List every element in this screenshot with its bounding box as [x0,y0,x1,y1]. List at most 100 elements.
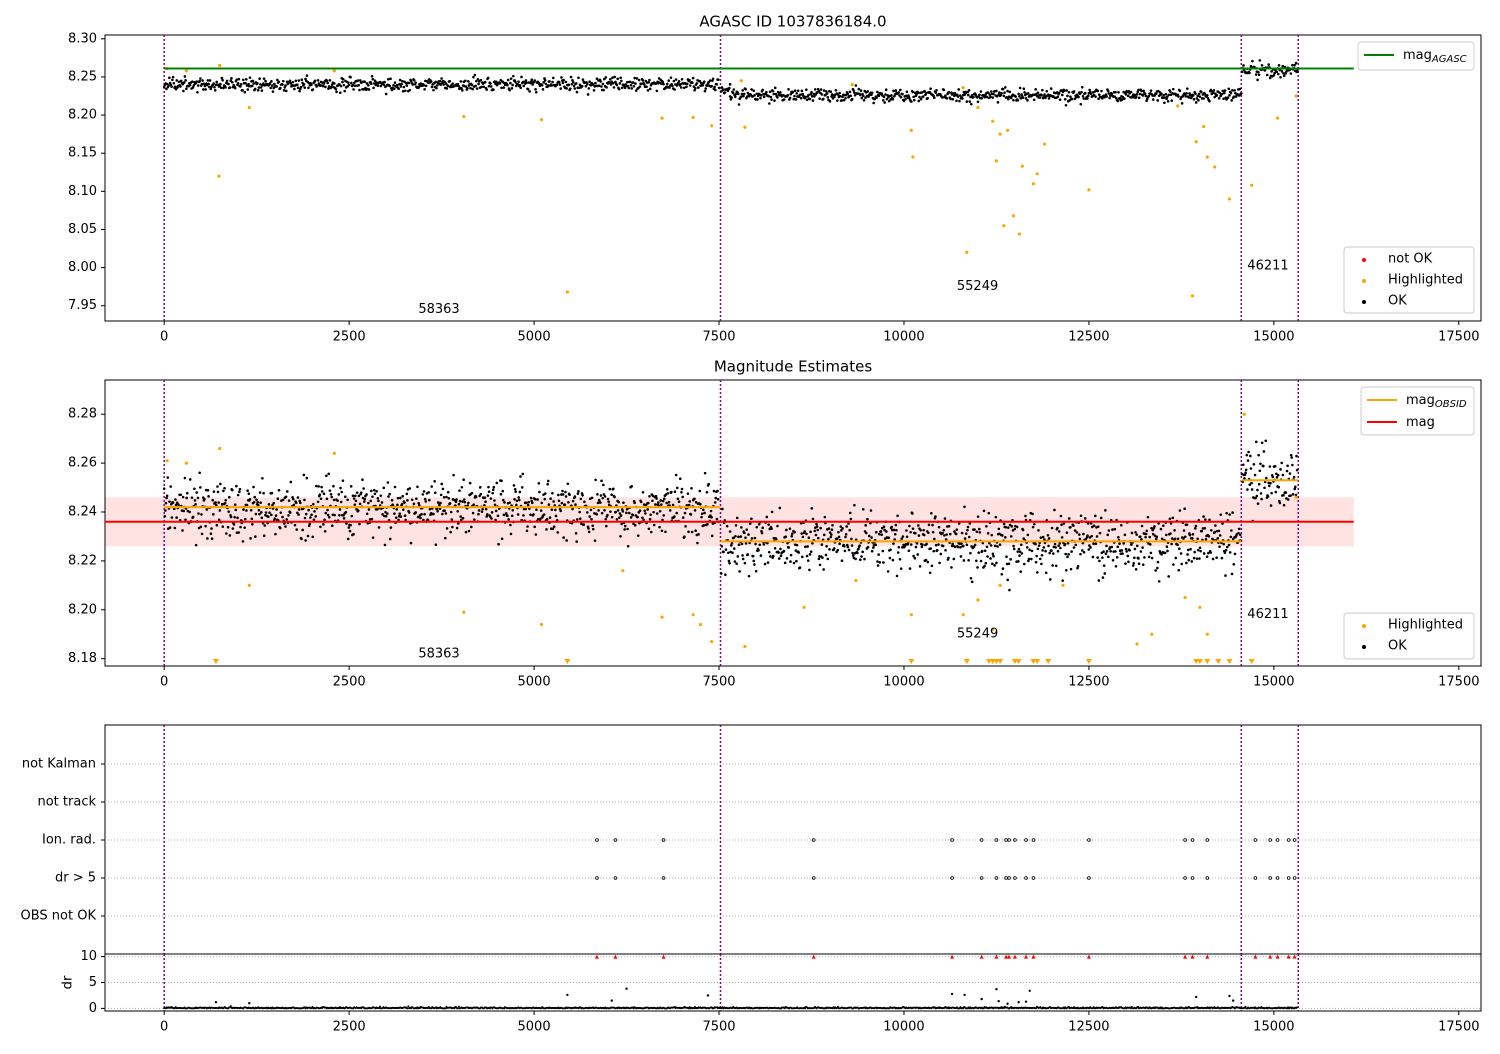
ok-point [256,82,259,85]
ok-point [1148,536,1151,539]
ok-point [632,514,635,517]
ok-point [577,490,580,493]
ok-point [295,79,298,82]
ok-point [732,92,735,95]
ok-point [599,80,602,83]
ok-point [288,499,291,502]
ok-point [492,488,495,491]
ok-point [461,500,464,503]
ok-point [223,487,226,490]
ok-point [1213,89,1216,92]
ok-point [1139,535,1142,538]
ok-point [1221,93,1224,96]
ok-point [818,97,821,100]
ok-point [863,99,866,102]
ok-point [185,87,188,90]
ok-point [1007,98,1010,101]
ok-point [711,535,714,538]
ok-point [667,492,670,495]
ok-point [1267,63,1270,66]
ok-point [195,80,198,83]
ok-point [1268,485,1271,488]
ok-point [319,525,322,528]
ok-point [519,475,522,478]
ok-point [716,518,719,521]
ok-point [1076,531,1079,534]
ok-point [472,503,475,506]
ok-point [839,95,842,98]
ok-point [548,503,551,506]
ok-point [1040,94,1043,97]
ok-point [1098,560,1101,563]
ok-point [328,516,331,519]
ok-point [1060,523,1063,526]
ok-point [942,529,945,532]
ok-point [400,515,403,518]
ok-point [576,91,579,94]
ok-point [327,87,330,90]
ok-point [282,80,285,83]
ok-point [992,93,995,96]
ok-point [655,497,658,500]
ok-point [1066,95,1069,98]
ok-point [792,98,795,101]
ok-point [545,528,548,531]
ok-point [678,500,681,503]
ok-point [546,518,549,521]
ok-point [1233,95,1236,98]
ok-point [992,553,995,556]
ok-point [967,559,970,562]
ok-point [858,544,861,547]
ok-point [780,555,783,558]
ok-point [321,490,324,493]
ok-point [397,87,400,90]
ok-point [406,84,409,87]
ok-point [1230,92,1233,95]
ok-point [666,488,669,491]
ok-point [1276,71,1279,74]
ok-point [978,528,981,531]
ok-point [1143,556,1146,559]
ok-point [401,80,404,83]
ok-point [1238,528,1241,531]
ok-point [172,501,175,504]
ok-point [261,89,264,92]
ok-point [358,523,361,526]
ok-point [949,98,952,101]
ok-point [1027,92,1030,95]
ok-point [1282,494,1285,497]
ok-point [382,487,385,490]
ok-point [896,575,899,578]
ok-point [910,100,913,103]
ok-point [1031,513,1034,516]
highlighted-point [1206,155,1209,158]
ok-point [882,99,885,102]
ok-point [1041,554,1044,557]
x-tick-label: 10000 [883,675,924,690]
ok-point [827,538,830,541]
highlighted-point [1206,633,1209,636]
ok-point [1246,488,1249,491]
highlighted-point [976,598,979,601]
ok-point [1086,534,1089,537]
ok-point [221,525,224,528]
y-tick-label: 8.24 [68,505,97,520]
ok-point [246,88,249,91]
ok-point [1219,534,1222,537]
ok-point [900,96,903,99]
ok-point [1003,91,1006,94]
ok-point [216,485,219,488]
ok-point [1276,476,1279,479]
ok-point [624,525,627,528]
ok-point [528,90,531,93]
ok-point [816,525,819,528]
ok-point [340,85,343,88]
ok-point [1077,565,1080,568]
ok-point [1140,538,1143,541]
ok-point [269,87,272,90]
ok-point [937,543,940,546]
ok-point [449,502,452,505]
ok-point [165,502,168,505]
ok-point [1121,552,1124,555]
ok-point [986,96,989,99]
